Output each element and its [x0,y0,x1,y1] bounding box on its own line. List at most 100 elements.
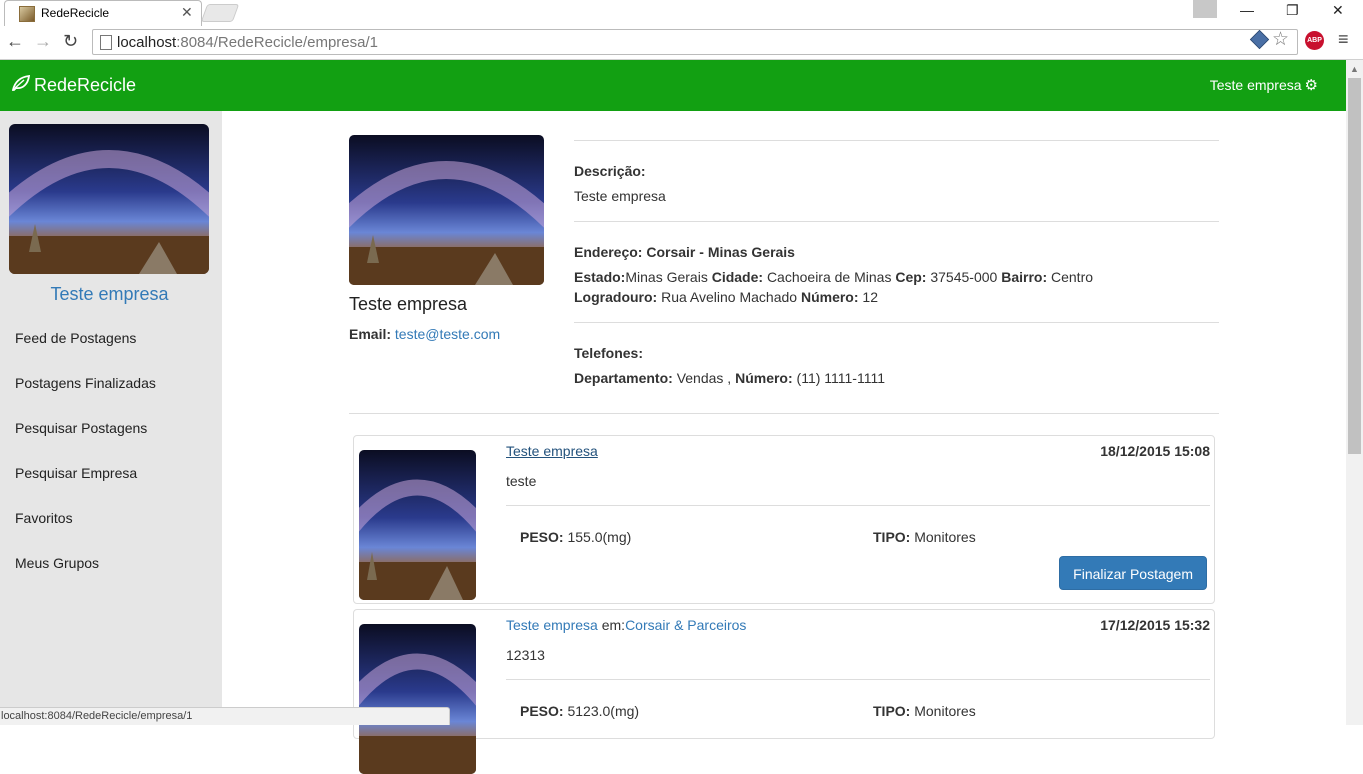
tipo-label: TIPO: [873,703,911,719]
company-name: Teste empresa [349,294,468,314]
browser-tab[interactable]: RedeRecicle ✕ [4,0,202,26]
post-photo [359,450,476,600]
url-text[interactable]: localhost:8084/RedeRecicle/empresa/1 [117,34,378,51]
address-bar[interactable]: localhost:8084/RedeRecicle/empresa/1 [92,29,1298,55]
url-path: :8084/RedeRecicle/empresa/1 [176,34,378,51]
estado-label: Estado: [574,269,626,285]
company-profile-photo [349,135,544,285]
email-link[interactable]: teste@teste.com [395,326,500,342]
descricao-value: Teste empresa [574,188,666,204]
app-navbar: RedeRecicle Teste empresa ⚙ [0,60,1346,111]
phone-number-label: Número: [735,370,793,386]
sidebar-item-grupos[interactable]: Meus Grupos [15,555,99,571]
cep-value: 37545-000 [930,269,998,285]
estado-value: Minas Gerais [625,269,708,285]
numero-label: Número: [800,289,859,305]
browser-toolbar: ← → ↻ localhost:8084/RedeRecicle/empresa… [0,26,1363,60]
peso-value: 155.0(mg) [567,529,632,545]
favicon-icon [19,6,35,22]
tab-title: RedeRecicle [41,6,110,20]
numero-value: 12 [862,289,878,305]
endereco-value: Corsair - Minas Gerais [646,244,795,260]
adblock-icon[interactable]: ABP [1305,31,1324,50]
minimize-button[interactable]: — [1240,2,1254,18]
post-card: Teste empresa 18/12/2015 15:08 teste PES… [353,435,1215,604]
user-menu[interactable]: Teste empresa ⚙ [1210,76,1318,94]
post-peso: PESO: 5123.0(mg) [520,703,639,719]
telefones-label: Telefones: [574,345,643,361]
sidebar-profile-photo [9,124,209,274]
divider [349,413,1219,414]
peso-value: 5123.0(mg) [567,703,640,719]
departamento-label: Departamento: [574,370,673,386]
sidebar-item-pesquisar-empresa[interactable]: Pesquisar Empresa [15,465,137,481]
bairro-value: Centro [1051,269,1094,285]
close-window-button[interactable]: ✕ [1332,2,1344,19]
new-tab-button[interactable] [200,4,240,22]
endereco-heading: Endereço: Corsair - Minas Gerais [574,244,795,260]
peso-label: PESO: [520,529,564,545]
post-tipo: TIPO: Monitores [873,703,976,719]
post-tipo: TIPO: Monitores [873,529,976,545]
tipo-label: TIPO: [873,529,911,545]
leaf-icon [11,74,31,96]
phone-number-value: (11) 1111-1111 [796,370,885,386]
sidebar-item-feed[interactable]: Feed de Postagens [15,330,136,346]
post-peso: PESO: 155.0(mg) [520,529,631,545]
tab-close-icon[interactable]: ✕ [181,4,193,21]
browser-tabstrip: RedeRecicle ✕ — ❐ ✕ [0,0,1363,26]
post-date: 17/12/2015 15:32 [1100,617,1210,633]
post-date: 18/12/2015 15:08 [1100,443,1210,459]
back-arrow-icon[interactable]: ← [6,31,24,52]
post-group-link[interactable]: Corsair & Parceiros [625,617,746,633]
endereco-label: Endereço: [574,244,643,260]
cidade-value: Cachoeira de Minas [766,269,892,285]
brand-name: RedeRecicle [34,75,137,95]
cidade-label: Cidade: [711,269,764,285]
user-profile-icon[interactable] [1193,0,1217,18]
post-group-prefix: em: [601,617,626,633]
tipo-value: Monitores [914,703,976,719]
gear-icon: ⚙ [1304,77,1318,94]
brand[interactable]: RedeRecicle [11,74,137,96]
url-host: localhost [117,34,177,51]
finalizar-postagem-button[interactable]: Finalizar Postagem [1059,556,1207,590]
address-line-2: Logradouro: Rua Avelino Machado Número: … [574,289,878,305]
bairro-label: Bairro: [1001,269,1048,285]
phone-line: Departamento: Vendas , Número: (11) 1111… [574,370,885,386]
post-card: Teste empresa em:Corsair & Parceiros 17/… [353,609,1215,774]
sidebar: Teste empresa Feed de Postagens Postagen… [0,111,222,725]
post-author-link[interactable]: Teste empresa [506,617,598,633]
browser-menu-icon[interactable]: ≡ [1338,29,1349,50]
address-line-1: Estado:Minas Gerais Cidade: Cachoeira de… [574,269,1093,285]
divider [574,221,1219,222]
departamento-value: Vendas , [676,370,732,386]
reload-icon[interactable]: ↻ [63,31,78,52]
post-author: Teste empresa em:Corsair & Parceiros [506,617,746,633]
descricao-label: Descrição: [574,163,646,179]
peso-label: PESO: [520,703,564,719]
post-author: Teste empresa [506,443,598,459]
sidebar-item-pesquisar-postagens[interactable]: Pesquisar Postagens [15,420,147,436]
status-bar: localhost:8084/RedeRecicle/empresa/1 [0,707,450,725]
email-label: Email: [349,326,392,342]
bookmark-star-icon[interactable]: ☆ [1272,28,1289,51]
cep-label: Cep: [895,269,927,285]
scroll-up-arrow-icon[interactable]: ▲ [1350,64,1359,74]
post-text: 12313 [506,647,545,663]
page-icon [100,35,112,50]
post-author-link[interactable]: Teste empresa [506,443,598,459]
company-email: Email: teste@teste.com [349,326,500,342]
sidebar-item-favoritos[interactable]: Favoritos [15,510,73,526]
sidebar-item-finalizadas[interactable]: Postagens Finalizadas [15,375,156,391]
restore-button[interactable]: ❐ [1286,2,1299,19]
divider [506,505,1210,506]
sidebar-company-name[interactable]: Teste empresa [0,284,219,305]
post-text: teste [506,473,537,489]
logradouro-label: Logradouro: [574,289,658,305]
post-photo [359,624,476,774]
logradouro-value: Rua Avelino Machado [661,289,798,305]
divider [506,679,1210,680]
scrollbar-thumb[interactable] [1348,78,1361,454]
forward-arrow-icon[interactable]: → [34,31,52,52]
